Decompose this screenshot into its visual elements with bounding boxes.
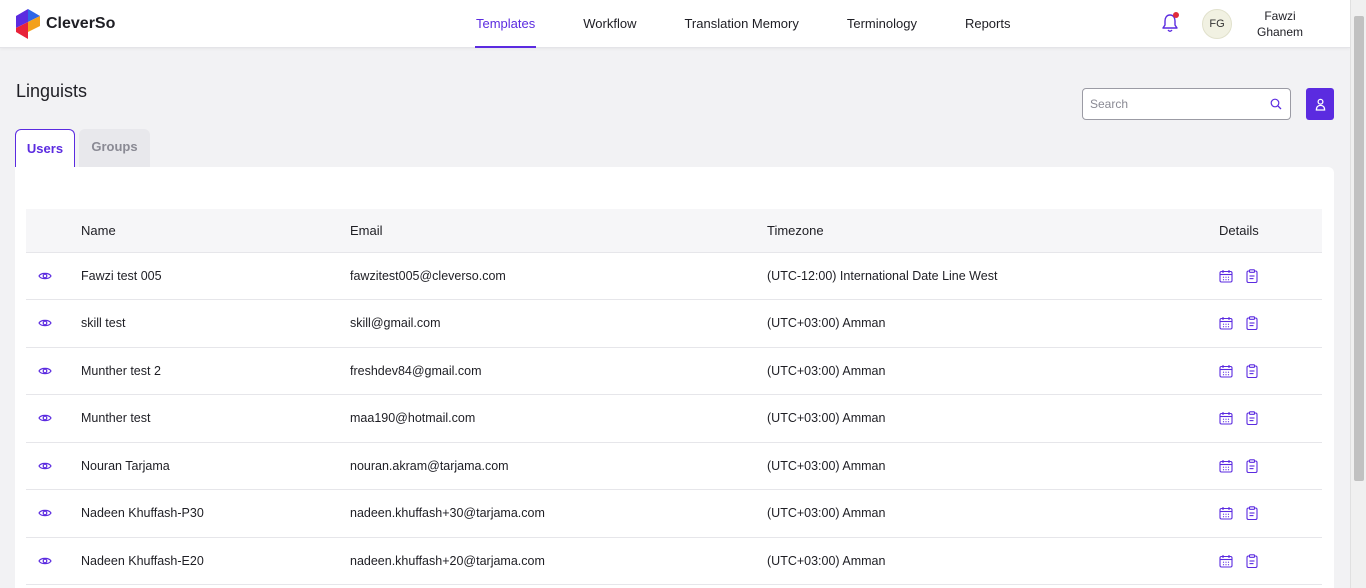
users-table: Name Email Timezone Details Fawzi test 0… xyxy=(26,209,1322,585)
cell-timezone: (UTC-12:00) International Date Line West xyxy=(767,268,998,283)
header-details: Details xyxy=(1219,222,1259,238)
cell-timezone: (UTC+03:00) Amman xyxy=(767,316,886,331)
row-view-cell xyxy=(26,347,81,395)
cell-name: Munther test xyxy=(81,411,151,426)
cell-details xyxy=(1219,300,1322,348)
cell-timezone: (UTC+03:00) Amman xyxy=(767,411,886,426)
cell-email: freshdev84@gmail.com xyxy=(350,363,482,378)
cell-email: nouran.akram@tarjama.com xyxy=(350,458,509,473)
table-row: Munther test maa190@hotmail.com (UTC+03:… xyxy=(26,395,1322,443)
cell-details xyxy=(1219,395,1322,443)
table-header-row: Name Email Timezone Details xyxy=(26,209,1322,252)
nav-translation-memory[interactable]: Translation Memory xyxy=(670,0,812,48)
eye-icon[interactable] xyxy=(38,366,52,376)
eye-icon[interactable] xyxy=(38,318,52,328)
calendar-icon[interactable] xyxy=(1219,506,1233,520)
nav-workflow[interactable]: Workflow xyxy=(569,0,650,48)
search-box xyxy=(1082,88,1291,120)
tabs: Users Groups xyxy=(15,129,150,167)
header-email[interactable]: Email xyxy=(350,209,767,252)
calendar-icon[interactable] xyxy=(1219,269,1233,283)
cell-name: Nadeen Khuffash-E20 xyxy=(81,553,204,568)
clipboard-icon[interactable] xyxy=(1245,554,1259,568)
eye-icon[interactable] xyxy=(38,461,52,471)
calendar-icon[interactable] xyxy=(1219,411,1233,425)
eye-icon[interactable] xyxy=(38,556,52,566)
calendar-icon[interactable] xyxy=(1219,316,1233,330)
search-input[interactable] xyxy=(1090,97,1260,111)
cell-timezone: (UTC+03:00) Amman xyxy=(767,363,886,378)
cell-email: nadeen.khuffash+20@tarjama.com xyxy=(350,553,545,568)
eye-icon[interactable] xyxy=(38,413,52,423)
cell-email: fawzitest005@cleverso.com xyxy=(350,268,506,283)
table-row: skill test skill@gmail.com (UTC+03:00) A… xyxy=(26,300,1322,348)
row-view-cell xyxy=(26,537,81,585)
logo[interactable]: CleverSo xyxy=(14,8,115,40)
cell-email: skill@gmail.com xyxy=(350,316,441,331)
cell-email: maa190@hotmail.com xyxy=(350,411,476,426)
cell-timezone: (UTC+03:00) Amman xyxy=(767,458,886,473)
table-row: Munther test 2 freshdev84@gmail.com (UTC… xyxy=(26,347,1322,395)
eye-icon[interactable] xyxy=(38,508,52,518)
notification-badge xyxy=(1173,12,1179,18)
user-last-name: Ghanem xyxy=(1256,25,1304,39)
user-first-name: Fawzi xyxy=(1264,9,1296,23)
table-row: Nadeen Khuffash-P30 nadeen.khuffash+30@t… xyxy=(26,490,1322,538)
table-row: Fawzi test 005 fawzitest005@cleverso.com… xyxy=(26,252,1322,300)
calendar-icon[interactable] xyxy=(1219,364,1233,378)
clipboard-icon[interactable] xyxy=(1245,316,1259,331)
brand-name: CleverSo xyxy=(46,15,116,32)
cell-name: skill test xyxy=(81,316,126,331)
cell-details xyxy=(1219,537,1322,585)
cleverso-logo-icon xyxy=(16,9,40,39)
header-spacer xyxy=(26,209,81,252)
main-nav: Templates Workflow Translation Memory Te… xyxy=(462,0,1044,48)
cell-details xyxy=(1219,347,1322,395)
avatar[interactable]: FG xyxy=(1202,9,1232,39)
cell-name: Fawzi test 005 xyxy=(81,268,162,283)
clipboard-icon[interactable] xyxy=(1245,269,1259,283)
calendar-icon[interactable] xyxy=(1219,554,1233,568)
cell-timezone: (UTC+03:00) Amman xyxy=(767,506,886,521)
nav-terminology[interactable]: Terminology xyxy=(833,0,931,48)
table-row: Nadeen Khuffash-E20 nadeen.khuffash+20@t… xyxy=(26,537,1322,585)
tab-users[interactable]: Users xyxy=(15,129,75,167)
row-view-cell xyxy=(26,252,81,300)
user-name[interactable]: Fawzi Ghanem xyxy=(1250,8,1310,40)
bell-icon[interactable] xyxy=(1160,12,1180,34)
cell-name: Nouran Tarjama xyxy=(81,458,170,473)
cell-details xyxy=(1219,490,1322,538)
table-row: Nouran Tarjama nouran.akram@tarjama.com … xyxy=(26,442,1322,490)
users-card: Name Email Timezone Details Fawzi test 0… xyxy=(15,167,1334,588)
clipboard-icon[interactable] xyxy=(1245,411,1259,426)
eye-icon[interactable] xyxy=(38,271,52,281)
calendar-icon[interactable] xyxy=(1219,459,1233,473)
cell-email: nadeen.khuffash+30@tarjama.com xyxy=(350,506,545,521)
row-view-cell xyxy=(26,300,81,348)
header-name[interactable]: Name xyxy=(81,209,350,252)
cell-timezone: (UTC+03:00) Amman xyxy=(767,553,886,568)
scrollbar-thumb[interactable] xyxy=(1354,16,1364,481)
cell-name: Munther test 2 xyxy=(81,363,161,378)
row-view-cell xyxy=(26,395,81,443)
clipboard-icon[interactable] xyxy=(1245,364,1259,378)
page-title: Linguists xyxy=(16,81,88,101)
cell-details xyxy=(1219,442,1322,490)
row-view-cell xyxy=(26,442,81,490)
cell-name: Nadeen Khuffash-P30 xyxy=(81,506,204,521)
add-user-button[interactable] xyxy=(1306,88,1334,120)
cell-details xyxy=(1219,252,1322,300)
clipboard-icon[interactable] xyxy=(1245,506,1259,521)
page-scrollbar[interactable] xyxy=(1350,0,1366,588)
tab-groups[interactable]: Groups xyxy=(79,129,150,167)
header-timezone[interactable]: Timezone xyxy=(767,209,1219,252)
nav-templates[interactable]: Templates xyxy=(462,0,549,48)
row-view-cell xyxy=(26,490,81,538)
nav-reports[interactable]: Reports xyxy=(951,0,1025,48)
top-navbar: CleverSo Templates Workflow Translation … xyxy=(0,0,1350,48)
clipboard-icon[interactable] xyxy=(1245,459,1259,473)
search-icon[interactable] xyxy=(1270,98,1282,110)
user-icon xyxy=(1315,98,1325,111)
